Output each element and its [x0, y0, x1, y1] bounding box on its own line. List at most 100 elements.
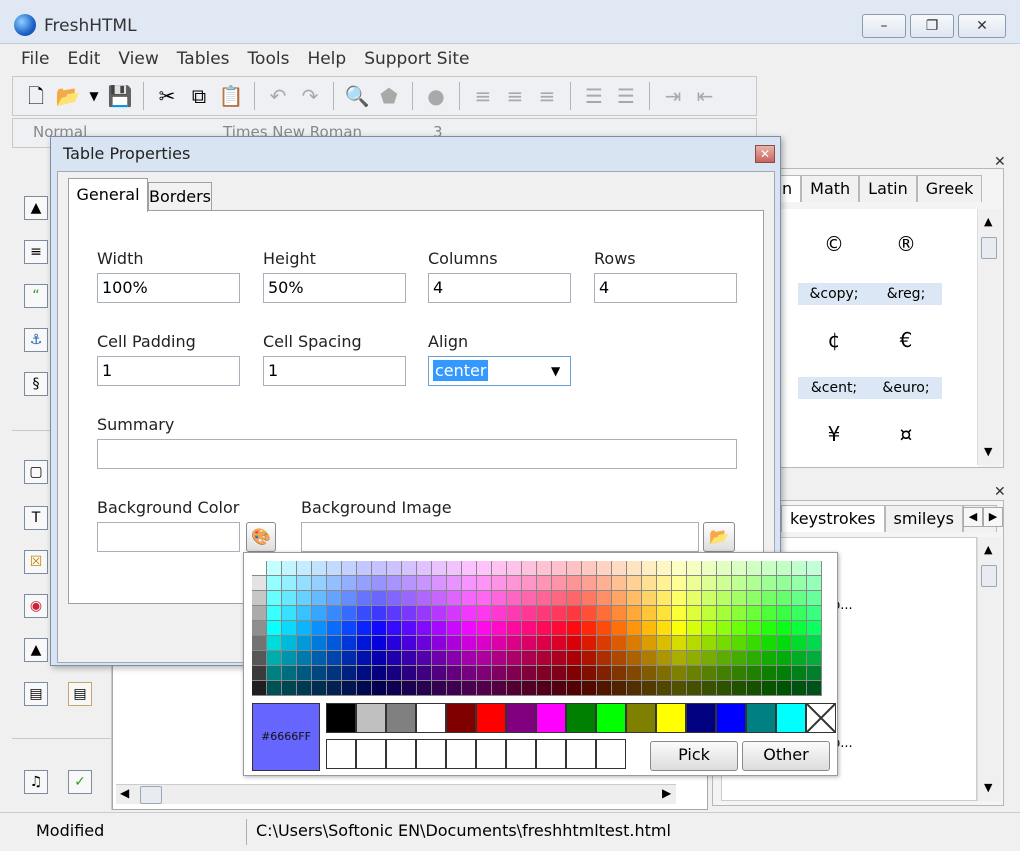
palette-cell[interactable]	[687, 636, 702, 651]
color-swatch[interactable]	[746, 703, 776, 733]
palette-cell[interactable]	[597, 591, 612, 606]
background-color-field[interactable]	[97, 522, 240, 552]
palette-cell[interactable]	[732, 606, 747, 621]
palette-cell[interactable]	[282, 681, 297, 696]
palette-cell[interactable]	[372, 561, 387, 576]
palette-cell[interactable]	[612, 666, 627, 681]
palette-cell[interactable]	[267, 621, 282, 636]
color-swatch[interactable]	[386, 703, 416, 733]
palette-cell[interactable]	[717, 621, 732, 636]
palette-cell[interactable]	[432, 666, 447, 681]
palette-cell[interactable]	[492, 636, 507, 651]
palette-cell[interactable]	[477, 606, 492, 621]
palette-cell[interactable]	[717, 651, 732, 666]
comment-icon[interactable]: “	[24, 284, 48, 308]
copy-icon[interactable]: ⧉	[186, 83, 212, 109]
palette-cell[interactable]	[507, 666, 522, 681]
palette-cell[interactable]	[657, 681, 672, 696]
palette-cell[interactable]	[432, 606, 447, 621]
palette-cell[interactable]	[447, 681, 462, 696]
scroll-right-icon[interactable]: ▶	[662, 786, 671, 800]
color-swatch[interactable]	[476, 703, 506, 733]
menu-view[interactable]: View	[109, 49, 167, 69]
palette-cell[interactable]	[312, 666, 327, 681]
palette-cell[interactable]	[642, 666, 657, 681]
palette-cell[interactable]	[297, 606, 312, 621]
palette-cell[interactable]	[522, 681, 537, 696]
columns-field[interactable]: 4	[428, 273, 571, 303]
palette-cell[interactable]	[792, 606, 807, 621]
palette-cell[interactable]	[612, 576, 627, 591]
palette-cell[interactable]	[537, 636, 552, 651]
align-right-icon[interactable]: ≡	[534, 83, 560, 109]
palette-cell[interactable]	[747, 636, 762, 651]
palette-cell[interactable]	[342, 606, 357, 621]
palette-cell[interactable]	[282, 561, 297, 576]
palette-cell[interactable]	[627, 576, 642, 591]
color-palette-grid[interactable]	[252, 561, 830, 696]
palette-cell[interactable]	[477, 636, 492, 651]
palette-cell[interactable]	[507, 681, 522, 696]
palette-cell[interactable]	[417, 621, 432, 636]
palette-cell[interactable]	[252, 681, 267, 696]
palette-cell[interactable]	[732, 621, 747, 636]
palette-cell[interactable]	[537, 606, 552, 621]
palette-cell[interactable]	[657, 561, 672, 576]
palette-cell[interactable]	[267, 681, 282, 696]
palette-cell[interactable]	[282, 576, 297, 591]
palette-cell[interactable]	[327, 636, 342, 651]
palette-cell[interactable]	[342, 651, 357, 666]
palette-cell[interactable]	[642, 651, 657, 666]
numbered-list-icon[interactable]: ☰	[581, 83, 607, 109]
palette-cell[interactable]	[522, 561, 537, 576]
palette-cell[interactable]	[597, 636, 612, 651]
palette-cell[interactable]	[537, 681, 552, 696]
palette-cell[interactable]	[372, 651, 387, 666]
palette-cell[interactable]	[792, 621, 807, 636]
palette-cell[interactable]	[687, 681, 702, 696]
tab-latin[interactable]: Latin	[859, 175, 917, 202]
palette-cell[interactable]	[252, 606, 267, 621]
palette-cell[interactable]	[537, 666, 552, 681]
palette-cell[interactable]	[762, 561, 777, 576]
tab-scroll-left-icon[interactable]: ◀	[963, 507, 983, 527]
palette-cell[interactable]	[312, 576, 327, 591]
palette-cell[interactable]	[387, 591, 402, 606]
palette-cell[interactable]	[702, 561, 717, 576]
palette-cell[interactable]	[432, 591, 447, 606]
color-swatch[interactable]	[626, 703, 656, 733]
palette-cell[interactable]	[792, 636, 807, 651]
palette-cell[interactable]	[432, 576, 447, 591]
palette-cell[interactable]	[777, 636, 792, 651]
palette-cell[interactable]	[792, 666, 807, 681]
palette-cell[interactable]	[402, 651, 417, 666]
char-glyph[interactable]: ¤	[870, 409, 942, 459]
palette-cell[interactable]	[687, 651, 702, 666]
align-center-icon[interactable]: ≡	[502, 83, 528, 109]
palette-cell[interactable]	[777, 591, 792, 606]
palette-cell[interactable]	[477, 561, 492, 576]
palette-cell[interactable]	[747, 591, 762, 606]
palette-cell[interactable]	[447, 561, 462, 576]
palette-cell[interactable]	[717, 591, 732, 606]
palette-cell[interactable]	[372, 576, 387, 591]
palette-cell[interactable]	[342, 576, 357, 591]
palette-cell[interactable]	[732, 576, 747, 591]
palette-cell[interactable]	[297, 666, 312, 681]
palette-cell[interactable]	[582, 636, 597, 651]
palette-cell[interactable]	[417, 576, 432, 591]
palette-cell[interactable]	[642, 606, 657, 621]
palette-cell[interactable]	[342, 621, 357, 636]
palette-cell[interactable]	[747, 561, 762, 576]
tab-math[interactable]: Math	[801, 175, 860, 202]
palette-cell[interactable]	[492, 591, 507, 606]
bullet-list-icon[interactable]: ☰	[613, 83, 639, 109]
palette-cell[interactable]	[507, 591, 522, 606]
palette-cell[interactable]	[462, 591, 477, 606]
palette-cell[interactable]	[762, 606, 777, 621]
palette-cell[interactable]	[612, 606, 627, 621]
find-icon[interactable]: 🔍	[344, 83, 370, 109]
palette-cell[interactable]	[762, 621, 777, 636]
palette-cell[interactable]	[597, 621, 612, 636]
palette-cell[interactable]	[717, 576, 732, 591]
